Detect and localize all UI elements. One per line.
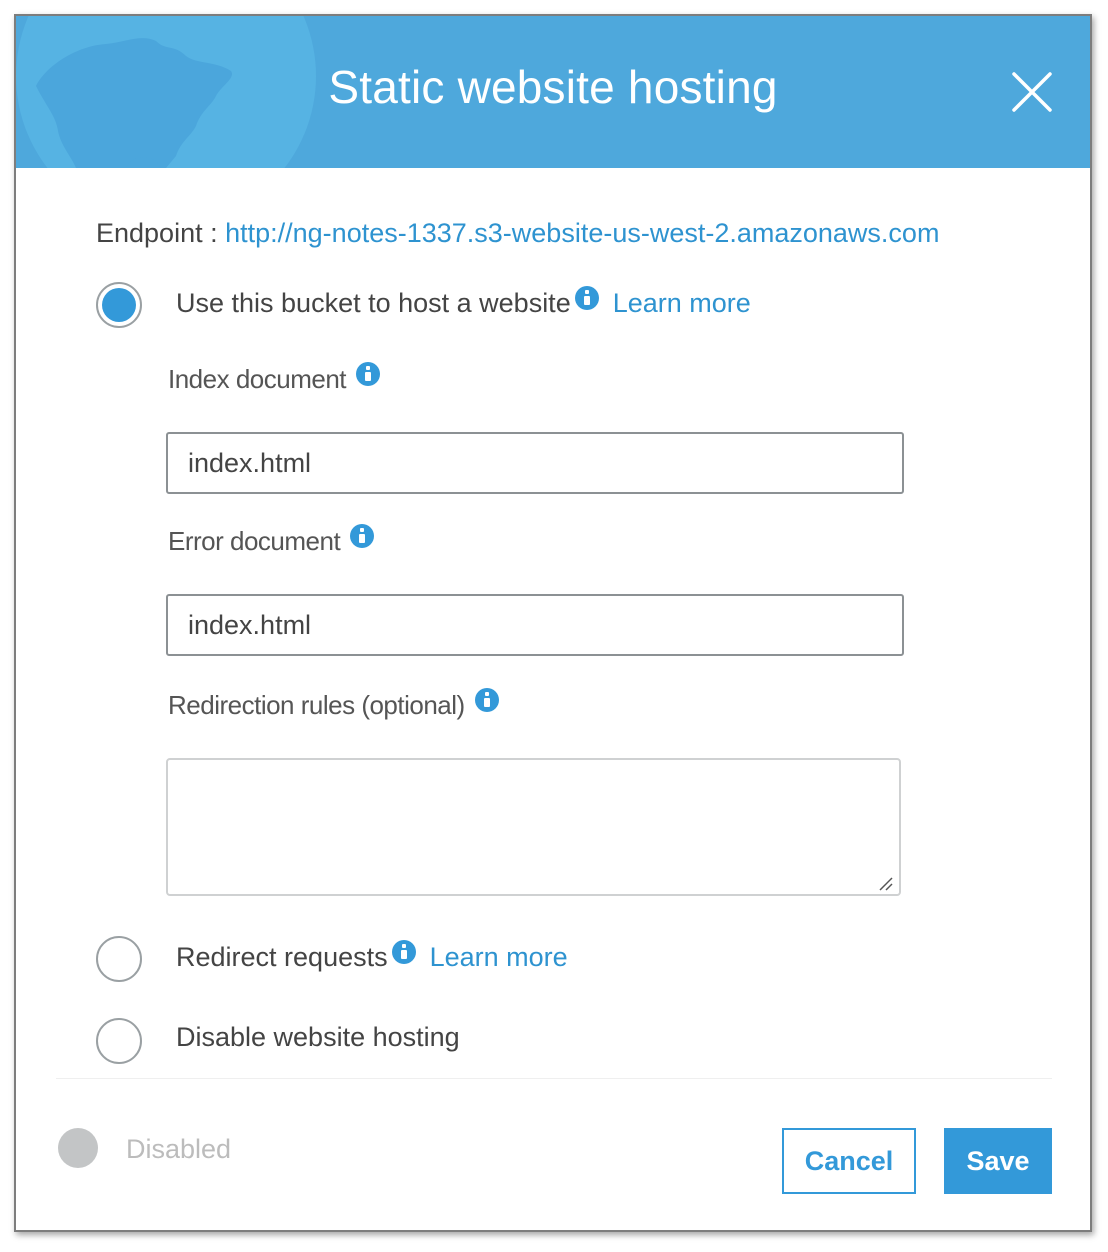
endpoint-link[interactable]: http://ng-notes-1337.s3-website-us-west-… bbox=[225, 218, 939, 248]
info-icon[interactable] bbox=[474, 688, 499, 712]
info-icon[interactable] bbox=[391, 940, 416, 964]
option-disable-hosting: Disable website hosting bbox=[176, 1022, 460, 1053]
index-document-input[interactable] bbox=[166, 432, 904, 494]
info-icon[interactable] bbox=[350, 524, 375, 548]
option-host-website-label: Use this bucket to host a website bbox=[176, 288, 571, 318]
save-button[interactable]: Save bbox=[944, 1128, 1052, 1194]
error-document-input[interactable] bbox=[166, 594, 904, 656]
close-icon bbox=[1012, 72, 1052, 112]
static-website-hosting-dialog: Static website hosting Endpoint : http:/… bbox=[14, 14, 1092, 1232]
info-icon[interactable] bbox=[574, 286, 599, 310]
status-text: Disabled bbox=[126, 1134, 232, 1164]
radio-host-website[interactable] bbox=[96, 282, 142, 328]
radio-disable-hosting[interactable] bbox=[96, 1018, 142, 1064]
redirection-rules-textarea[interactable] bbox=[166, 758, 901, 896]
error-document-label: Error document bbox=[168, 526, 341, 556]
option-disable-hosting-label: Disable website hosting bbox=[176, 1022, 460, 1052]
radio-redirect-requests[interactable] bbox=[96, 936, 142, 982]
status-indicator-icon bbox=[58, 1128, 98, 1168]
redirection-rules-label: Redirection rules (optional) bbox=[168, 690, 465, 720]
endpoint-label: Endpoint : bbox=[96, 218, 218, 248]
index-document-label: Index document bbox=[168, 364, 347, 394]
resize-handle-icon[interactable] bbox=[876, 874, 894, 892]
option-redirect-requests: Redirect requests Learn more bbox=[176, 940, 568, 973]
dialog-title: Static website hosting bbox=[328, 61, 778, 113]
index-document-field-label: Index document bbox=[168, 362, 381, 395]
option-redirect-requests-label: Redirect requests bbox=[176, 942, 388, 972]
endpoint-row: Endpoint : http://ng-notes-1337.s3-websi… bbox=[96, 218, 939, 249]
redirection-rules-field-label: Redirection rules (optional) bbox=[168, 688, 499, 721]
option-host-website: Use this bucket to host a website Learn m… bbox=[176, 286, 751, 319]
learn-more-link-redirect[interactable]: Learn more bbox=[430, 942, 568, 972]
info-icon[interactable] bbox=[356, 362, 381, 386]
dialog-header: Static website hosting bbox=[16, 16, 1090, 168]
cancel-button[interactable]: Cancel bbox=[782, 1128, 916, 1194]
close-button[interactable] bbox=[1012, 72, 1052, 112]
learn-more-link-host[interactable]: Learn more bbox=[613, 288, 751, 318]
error-document-field-label: Error document bbox=[168, 524, 375, 557]
footer-divider bbox=[56, 1078, 1052, 1079]
